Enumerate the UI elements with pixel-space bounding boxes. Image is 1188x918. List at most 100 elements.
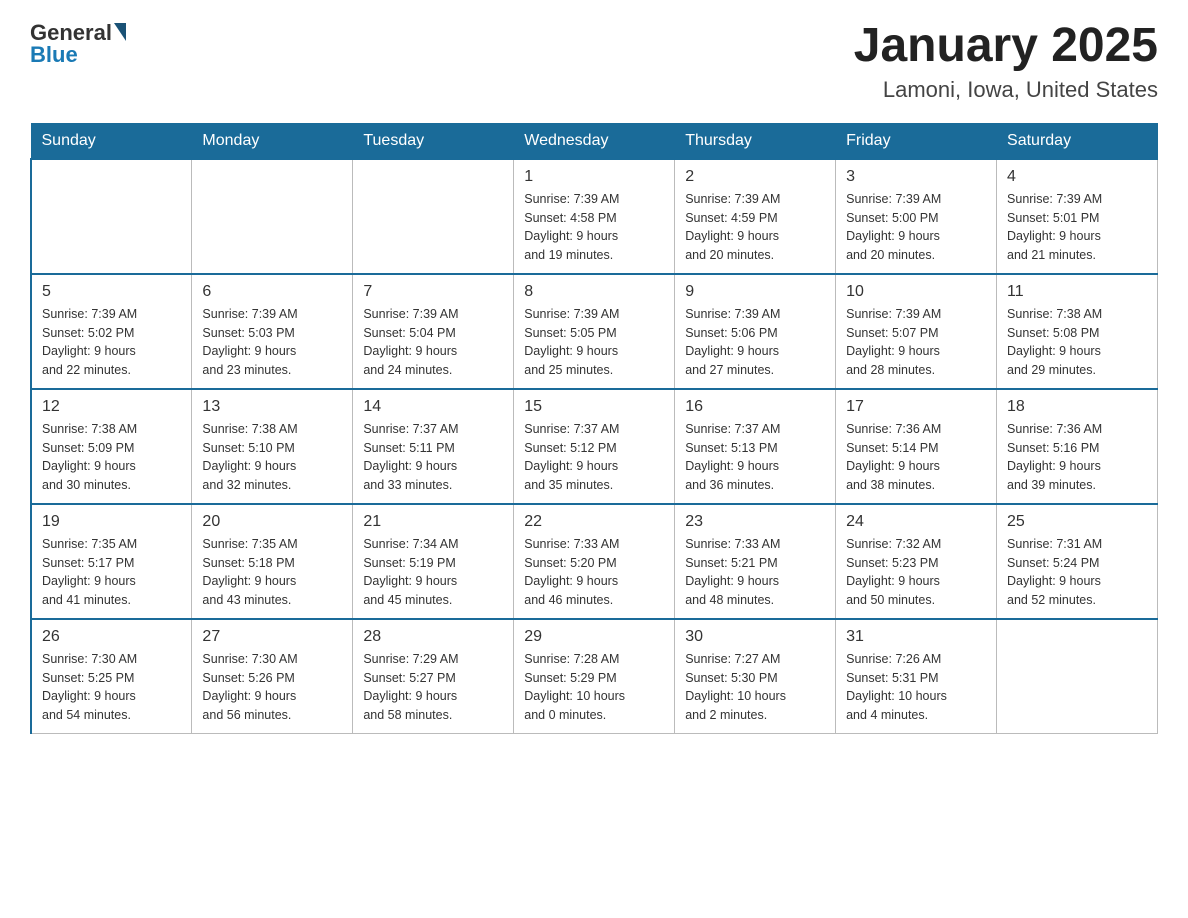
calendar-cell [353, 159, 514, 274]
calendar-cell: 11 Sunrise: 7:38 AMSunset: 5:08 PMDayligh… [997, 274, 1158, 389]
day-info: Sunrise: 7:38 AMSunset: 5:09 PMDaylight:… [42, 420, 181, 495]
logo: General Blue [30, 20, 126, 68]
calendar-cell: 15Sunrise: 7:37 AMSunset: 5:12 PMDayligh… [514, 389, 675, 504]
day-number: 9 [685, 283, 825, 301]
day-number: 13 [202, 398, 342, 416]
calendar-cell: 22 Sunrise: 7:33 AMSunset: 5:20 PMDayligh… [514, 504, 675, 619]
day-number: 8 [524, 283, 664, 301]
day-info: Sunrise: 7:34 AMSunset: 5:19 PMDaylight:… [363, 535, 503, 610]
calendar-week-row: 26 Sunrise: 7:30 AMSunset: 5:25 PMDayligh… [31, 619, 1158, 734]
day-number: 15 [524, 398, 664, 416]
calendar-cell: 12 Sunrise: 7:38 AMSunset: 5:09 PMDayligh… [31, 389, 192, 504]
day-info: Sunrise: 7:39 AMSunset: 5:02 PMDaylight:… [42, 305, 181, 380]
calendar-cell: 28Sunrise: 7:29 AMSunset: 5:27 PMDayligh… [353, 619, 514, 734]
page-header: General Blue January 2025 Lamoni, Iowa, … [30, 20, 1158, 103]
month-year-title: January 2025 [854, 20, 1158, 73]
day-number: 21 [363, 513, 503, 531]
day-info: Sunrise: 7:33 AMSunset: 5:21 PMDaylight:… [685, 535, 825, 610]
day-info: Sunrise: 7:31 AMSunset: 5:24 PMDaylight:… [1007, 535, 1147, 610]
calendar-cell: 13 Sunrise: 7:38 AMSunset: 5:10 PMDayligh… [192, 389, 353, 504]
day-of-week-header: Monday [192, 123, 353, 159]
calendar-cell: 19Sunrise: 7:35 AMSunset: 5:17 PMDayligh… [31, 504, 192, 619]
day-number: 2 [685, 168, 825, 186]
day-number: 4 [1007, 168, 1147, 186]
day-number: 30 [685, 628, 825, 646]
day-number: 3 [846, 168, 986, 186]
day-info: Sunrise: 7:39 AMSunset: 5:00 PMDaylight:… [846, 190, 986, 265]
day-info: Sunrise: 7:39 AMSunset: 5:07 PMDaylight:… [846, 305, 986, 380]
calendar-cell: 6 Sunrise: 7:39 AMSunset: 5:03 PMDaylight… [192, 274, 353, 389]
day-info: Sunrise: 7:39 AMSunset: 4:58 PMDaylight:… [524, 190, 664, 265]
day-info: Sunrise: 7:36 AMSunset: 5:14 PMDaylight:… [846, 420, 986, 495]
calendar-cell: 27Sunrise: 7:30 AMSunset: 5:26 PMDayligh… [192, 619, 353, 734]
day-number: 11 [1007, 283, 1147, 301]
day-info: Sunrise: 7:37 AMSunset: 5:13 PMDaylight:… [685, 420, 825, 495]
calendar-cell: 25 Sunrise: 7:31 AMSunset: 5:24 PMDayligh… [997, 504, 1158, 619]
calendar-cell: 23Sunrise: 7:33 AMSunset: 5:21 PMDayligh… [675, 504, 836, 619]
calendar-table: SundayMondayTuesdayWednesdayThursdayFrid… [30, 123, 1158, 734]
day-of-week-header: Saturday [997, 123, 1158, 159]
day-number: 14 [363, 398, 503, 416]
calendar-cell: 2 Sunrise: 7:39 AMSunset: 4:59 PMDaylight… [675, 159, 836, 274]
calendar-cell: 7 Sunrise: 7:39 AMSunset: 5:04 PMDaylight… [353, 274, 514, 389]
calendar-week-row: 12 Sunrise: 7:38 AMSunset: 5:09 PMDayligh… [31, 389, 1158, 504]
day-info: Sunrise: 7:30 AMSunset: 5:25 PMDaylight:… [42, 650, 181, 725]
calendar-header-row: SundayMondayTuesdayWednesdayThursdayFrid… [31, 123, 1158, 159]
calendar-cell: 4 Sunrise: 7:39 AMSunset: 5:01 PMDaylight… [997, 159, 1158, 274]
calendar-cell: 24Sunrise: 7:32 AMSunset: 5:23 PMDayligh… [836, 504, 997, 619]
day-info: Sunrise: 7:30 AMSunset: 5:26 PMDaylight:… [202, 650, 342, 725]
calendar-week-row: 5 Sunrise: 7:39 AMSunset: 5:02 PMDaylight… [31, 274, 1158, 389]
day-number: 6 [202, 283, 342, 301]
day-info: Sunrise: 7:32 AMSunset: 5:23 PMDaylight:… [846, 535, 986, 610]
day-number: 22 [524, 513, 664, 531]
location-subtitle: Lamoni, Iowa, United States [854, 77, 1158, 103]
day-number: 16 [685, 398, 825, 416]
day-info: Sunrise: 7:39 AMSunset: 5:05 PMDaylight:… [524, 305, 664, 380]
day-info: Sunrise: 7:26 AMSunset: 5:31 PMDaylight:… [846, 650, 986, 725]
calendar-cell: 26 Sunrise: 7:30 AMSunset: 5:25 PMDayligh… [31, 619, 192, 734]
day-number: 17 [846, 398, 986, 416]
calendar-cell [997, 619, 1158, 734]
title-block: January 2025 Lamoni, Iowa, United States [854, 20, 1158, 103]
day-info: Sunrise: 7:39 AMSunset: 5:03 PMDaylight:… [202, 305, 342, 380]
calendar-cell: 31 Sunrise: 7:26 AMSunset: 5:31 PMDayligh… [836, 619, 997, 734]
day-info: Sunrise: 7:38 AMSunset: 5:08 PMDaylight:… [1007, 305, 1147, 380]
day-info: Sunrise: 7:39 AMSunset: 4:59 PMDaylight:… [685, 190, 825, 265]
day-info: Sunrise: 7:35 AMSunset: 5:17 PMDaylight:… [42, 535, 181, 610]
day-number: 1 [524, 168, 664, 186]
day-of-week-header: Friday [836, 123, 997, 159]
day-of-week-header: Sunday [31, 123, 192, 159]
day-number: 31 [846, 628, 986, 646]
calendar-cell: 30 Sunrise: 7:27 AMSunset: 5:30 PMDayligh… [675, 619, 836, 734]
calendar-cell [31, 159, 192, 274]
day-info: Sunrise: 7:39 AMSunset: 5:01 PMDaylight:… [1007, 190, 1147, 265]
day-info: Sunrise: 7:38 AMSunset: 5:10 PMDaylight:… [202, 420, 342, 495]
day-number: 25 [1007, 513, 1147, 531]
day-number: 28 [363, 628, 503, 646]
logo-triangle-icon [114, 23, 126, 41]
calendar-cell: 3 Sunrise: 7:39 AMSunset: 5:00 PMDaylight… [836, 159, 997, 274]
day-info: Sunrise: 7:33 AMSunset: 5:20 PMDaylight:… [524, 535, 664, 610]
day-number: 12 [42, 398, 181, 416]
day-of-week-header: Tuesday [353, 123, 514, 159]
calendar-week-row: 1 Sunrise: 7:39 AMSunset: 4:58 PMDaylight… [31, 159, 1158, 274]
day-info: Sunrise: 7:39 AMSunset: 5:06 PMDaylight:… [685, 305, 825, 380]
calendar-cell [192, 159, 353, 274]
day-number: 5 [42, 283, 181, 301]
day-info: Sunrise: 7:39 AMSunset: 5:04 PMDaylight:… [363, 305, 503, 380]
calendar-cell: 8 Sunrise: 7:39 AMSunset: 5:05 PMDaylight… [514, 274, 675, 389]
calendar-cell: 16 Sunrise: 7:37 AMSunset: 5:13 PMDayligh… [675, 389, 836, 504]
calendar-cell: 14Sunrise: 7:37 AMSunset: 5:11 PMDayligh… [353, 389, 514, 504]
calendar-cell: 18Sunrise: 7:36 AMSunset: 5:16 PMDayligh… [997, 389, 1158, 504]
day-info: Sunrise: 7:27 AMSunset: 5:30 PMDaylight:… [685, 650, 825, 725]
calendar-cell: 5 Sunrise: 7:39 AMSunset: 5:02 PMDaylight… [31, 274, 192, 389]
calendar-cell: 9 Sunrise: 7:39 AMSunset: 5:06 PMDaylight… [675, 274, 836, 389]
day-number: 18 [1007, 398, 1147, 416]
calendar-cell: 17 Sunrise: 7:36 AMSunset: 5:14 PMDayligh… [836, 389, 997, 504]
day-number: 26 [42, 628, 181, 646]
logo-blue-text: Blue [30, 42, 78, 68]
calendar-week-row: 19Sunrise: 7:35 AMSunset: 5:17 PMDayligh… [31, 504, 1158, 619]
day-number: 7 [363, 283, 503, 301]
day-number: 29 [524, 628, 664, 646]
day-info: Sunrise: 7:28 AMSunset: 5:29 PMDaylight:… [524, 650, 664, 725]
